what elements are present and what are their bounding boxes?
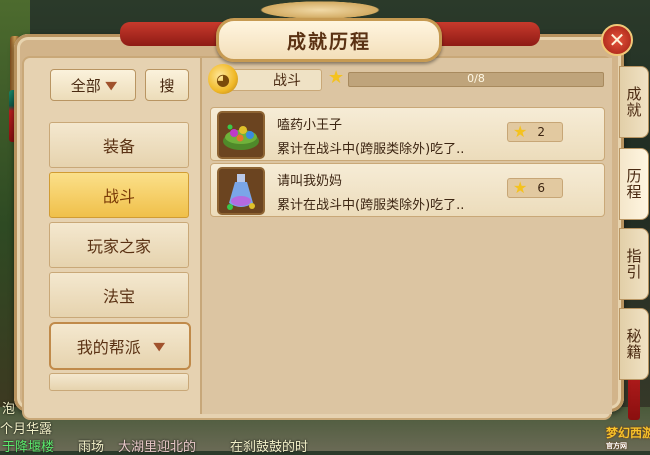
category-player-home[interactable]: 玩家之家	[49, 222, 189, 268]
achievement-row[interactable]: 请叫我奶妈 累计在战斗中(跨服类除外)吃了.. ★ 6	[210, 163, 605, 217]
search-button-label: 搜	[159, 76, 175, 95]
category-equipment[interactable]: 装备	[49, 122, 189, 168]
chevron-down-icon: ▼	[153, 339, 165, 353]
tab-achievements[interactable]: 成就	[619, 66, 649, 138]
window-title: 成就历程	[216, 18, 442, 62]
tab-guide[interactable]: 指引	[619, 228, 649, 300]
logo-subtext: 官方网	[606, 442, 627, 450]
chat-line: 于降堰楼	[2, 440, 55, 455]
close-icon: ✕	[608, 28, 626, 52]
achievement-points: ★ 6	[507, 178, 563, 198]
achievement-title: 嗑药小王子	[277, 118, 343, 133]
background-side-text: 泡	[2, 402, 16, 417]
progress-bar: 0/8	[348, 72, 604, 87]
tab-label: 指引	[624, 248, 643, 280]
category-treasure[interactable]: 法宝	[49, 272, 189, 318]
achievement-row[interactable]: 嗑药小王子 累计在战斗中(跨服类除外)吃了.. ★ 2	[210, 107, 605, 161]
achievement-points: ★ 2	[507, 122, 563, 142]
category-battle[interactable]: 战斗	[49, 172, 189, 218]
chevron-down-icon: ▼	[105, 78, 117, 92]
progress-category-label: 战斗	[230, 69, 322, 91]
search-button[interactable]: 搜	[145, 69, 189, 101]
tab-secrets[interactable]: 秘籍	[619, 308, 649, 380]
achievement-description: 累计在战斗中(跨服类除外)吃了..	[277, 142, 465, 157]
potion-bottle-icon	[217, 167, 265, 215]
category-label: 我的帮派	[76, 338, 141, 357]
game-logo: 梦幻西游 官方网	[606, 424, 650, 451]
tab-label: 历程	[624, 168, 643, 200]
achievement-title: 请叫我奶妈	[277, 174, 343, 189]
chat-line: 大湖里迎北的	[118, 440, 197, 455]
achievement-points-value: 2	[537, 125, 545, 139]
herb-bowl-icon	[217, 111, 265, 159]
category-partial[interactable]	[49, 373, 189, 391]
window-title-text: 成就历程	[286, 30, 371, 53]
achievement-description: 累计在战斗中(跨服类除外)吃了..	[277, 198, 465, 213]
tab-label: 成就	[624, 86, 643, 118]
star-icon: ★	[328, 67, 345, 88]
chat-line: 雨场	[78, 440, 105, 455]
achievement-points-value: 6	[537, 181, 545, 195]
category-filter-dropdown[interactable]: 全部 ▼	[50, 69, 136, 101]
category-my-guild[interactable]: 我的帮派 ▼	[49, 322, 191, 370]
dropdown-value: 全部	[70, 76, 101, 95]
category-label: 玩家之家	[86, 237, 151, 256]
star-icon: ★	[513, 122, 528, 141]
progress-category-text: 战斗	[273, 73, 301, 89]
chat-line: 个月华露	[0, 422, 53, 437]
close-button[interactable]: ✕	[601, 24, 633, 56]
title-ornament	[252, 0, 388, 20]
battle-emblem-icon: ◕	[208, 64, 238, 94]
chat-line: 在刹鼓鼓的时	[230, 440, 309, 455]
category-label: 战斗	[102, 187, 135, 206]
tab-label: 秘籍	[624, 328, 643, 360]
star-icon: ★	[513, 178, 528, 197]
category-label: 装备	[102, 137, 135, 156]
logo-text: 梦幻西游	[606, 426, 650, 440]
category-label: 法宝	[102, 287, 135, 306]
tab-history[interactable]: 历程	[619, 148, 649, 220]
progress-text: 0/8	[467, 72, 485, 85]
